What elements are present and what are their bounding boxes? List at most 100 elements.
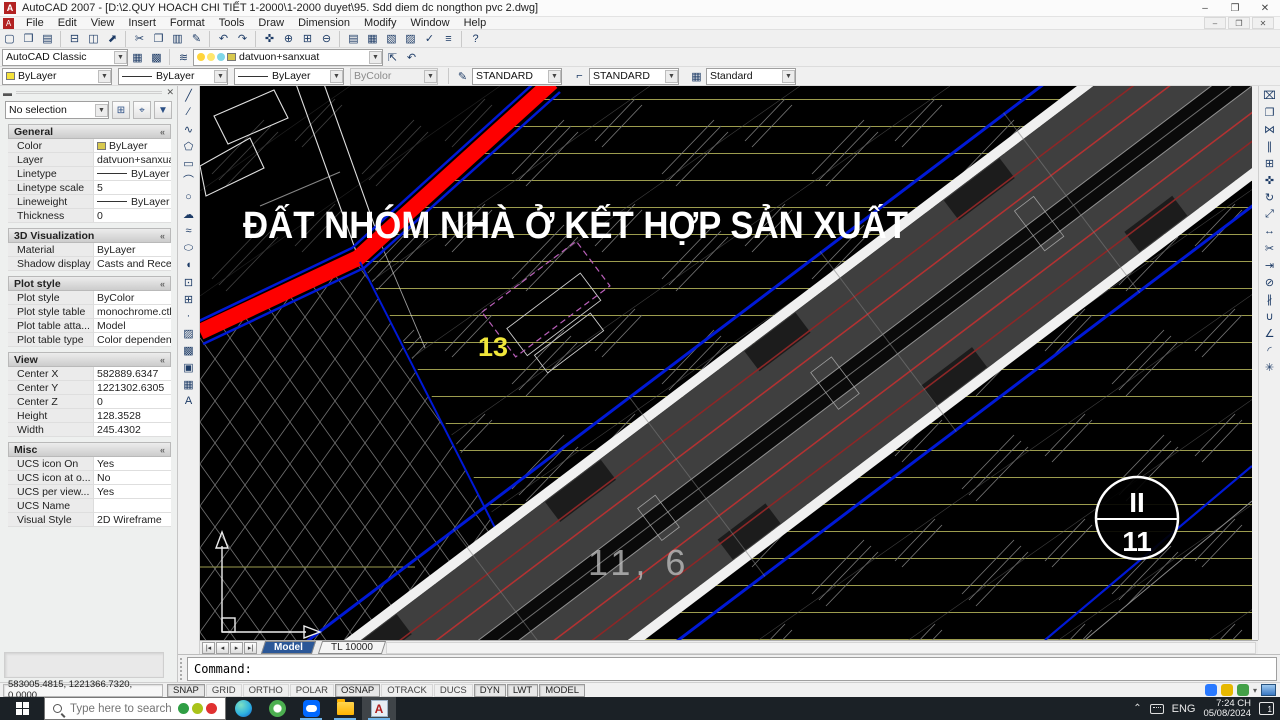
- redo-icon[interactable]: ↷: [233, 30, 252, 47]
- menu-window[interactable]: Window: [403, 17, 456, 30]
- workspace-combo[interactable]: AutoCAD Classic▼: [2, 49, 128, 66]
- layer-combo[interactable]: datvuon+sanxuat ▼: [193, 49, 383, 66]
- taskbar-zalo[interactable]: [294, 697, 328, 720]
- table-style-icon[interactable]: ▦: [687, 68, 706, 85]
- copy-icon[interactable]: ❐: [149, 30, 168, 47]
- minimize-button[interactable]: –: [1190, 0, 1220, 16]
- section-header[interactable]: General«: [8, 124, 171, 139]
- tablestyle-combo[interactable]: Standard▼: [706, 68, 796, 85]
- prop-value[interactable]: 245.4302: [94, 423, 171, 436]
- explode-icon[interactable]: ✳: [1261, 359, 1279, 375]
- color-combo[interactable]: ByLayer▼: [2, 68, 112, 85]
- prop-value[interactable]: ByLayer: [94, 167, 171, 180]
- construction-line-icon[interactable]: ∕: [180, 104, 198, 120]
- trim-icon[interactable]: ✂: [1261, 240, 1279, 256]
- mdi-close-button[interactable]: ✕: [1252, 17, 1274, 29]
- prop-value[interactable]: monochrome.ctb: [94, 305, 171, 318]
- toolbar-lock-icon[interactable]: [1221, 684, 1233, 696]
- my-workspace-button[interactable]: ▩: [147, 49, 166, 66]
- drawing-canvas[interactable]: ĐẤT NHÓM NHÀ Ở KẾT HỢP SẢN XUẤT 13 11, 6…: [200, 86, 1252, 640]
- tab-model[interactable]: Model: [261, 641, 316, 654]
- ellipse-arc-icon[interactable]: ◖: [180, 257, 198, 273]
- palette-close-icon[interactable]: ✕: [166, 87, 174, 98]
- make-object-layer-current-button[interactable]: ⇱: [383, 49, 402, 66]
- menu-dimension[interactable]: Dimension: [291, 17, 357, 30]
- dim-style-icon[interactable]: ⌐: [570, 68, 589, 85]
- fillet-icon[interactable]: ◜: [1261, 342, 1279, 358]
- tab-layout-tl10000[interactable]: TL 10000: [318, 641, 386, 654]
- layer-properties-button[interactable]: ≋: [174, 49, 193, 66]
- insert-block-icon[interactable]: ⊡: [180, 274, 198, 290]
- collapse-chevron-icon[interactable]: «: [160, 445, 165, 455]
- menu-draw[interactable]: Draw: [251, 17, 291, 30]
- match-properties-icon[interactable]: ✎: [187, 30, 206, 47]
- linetype-combo[interactable]: ByLayer▼: [118, 68, 228, 85]
- sheetset-manager-icon[interactable]: ▨: [401, 30, 420, 47]
- notification-icon[interactable]: 1: [1259, 702, 1274, 715]
- selection-combo[interactable]: No selection▼: [5, 101, 109, 119]
- mdi-minimize-button[interactable]: –: [1204, 17, 1226, 29]
- select-objects-button[interactable]: ⌖: [133, 101, 151, 119]
- point-icon[interactable]: ·: [180, 308, 198, 324]
- designcenter-icon[interactable]: ▦: [363, 30, 382, 47]
- plot-icon[interactable]: ⊟: [65, 30, 84, 47]
- menu-view[interactable]: View: [84, 17, 122, 30]
- properties-icon[interactable]: ▤: [344, 30, 363, 47]
- prop-value[interactable]: 2D Wireframe: [94, 513, 171, 526]
- clock[interactable]: 7:24 CH 05/08/2024: [1203, 699, 1251, 719]
- toggle-ortho[interactable]: ORTHO: [243, 684, 289, 697]
- quick-select-button[interactable]: ▼: [154, 101, 172, 119]
- publish-icon[interactable]: ⬈: [103, 30, 122, 47]
- circle-icon[interactable]: ○: [180, 189, 198, 205]
- section-header[interactable]: 3D Visualization«: [8, 228, 171, 243]
- clean-screen-button[interactable]: [1261, 684, 1276, 696]
- markup-icon[interactable]: ✓: [420, 30, 439, 47]
- undo-icon[interactable]: ↶: [214, 30, 233, 47]
- prop-value[interactable]: ByLayer: [94, 243, 171, 256]
- table-icon[interactable]: ▦: [180, 376, 198, 392]
- polyline-icon[interactable]: ∿: [180, 121, 198, 137]
- rotate-icon[interactable]: ↻: [1261, 189, 1279, 205]
- section-header[interactable]: Plot style«: [8, 276, 171, 291]
- workspace-settings-button[interactable]: ▦: [128, 49, 147, 66]
- toggle-polar[interactable]: POLAR: [290, 684, 334, 697]
- last-tab-button[interactable]: ▸|: [244, 642, 257, 654]
- move-icon[interactable]: ✜: [1261, 172, 1279, 188]
- collapse-chevron-icon[interactable]: «: [160, 279, 165, 289]
- menu-file[interactable]: File: [19, 17, 51, 30]
- erase-icon[interactable]: ⌧: [1261, 87, 1279, 103]
- collapse-chevron-icon[interactable]: «: [160, 231, 165, 241]
- layer-previous-button[interactable]: ↶: [402, 49, 421, 66]
- taskbar-edge[interactable]: [226, 697, 260, 720]
- toggle-osnap[interactable]: OSNAP: [335, 684, 380, 697]
- prop-value[interactable]: Model: [94, 319, 171, 332]
- zoom-previous-icon[interactable]: ⊖: [317, 30, 336, 47]
- line-icon[interactable]: ╱: [180, 87, 198, 103]
- help-icon[interactable]: ?: [466, 30, 485, 47]
- new-icon[interactable]: ▢: [0, 30, 19, 47]
- prop-value[interactable]: Yes: [94, 457, 171, 470]
- toggle-ducs[interactable]: DUCS: [434, 684, 473, 697]
- quickcalc-icon[interactable]: ≡: [439, 30, 458, 47]
- plot-preview-icon[interactable]: ◫: [84, 30, 103, 47]
- menu-tools[interactable]: Tools: [212, 17, 252, 30]
- tool-palettes-icon[interactable]: ▧: [382, 30, 401, 47]
- stretch-icon[interactable]: ↔: [1261, 223, 1279, 239]
- polygon-icon[interactable]: ⬠: [180, 138, 198, 154]
- first-tab-button[interactable]: |◂: [202, 642, 215, 654]
- menu-edit[interactable]: Edit: [51, 17, 84, 30]
- arc-icon[interactable]: ⌒: [180, 172, 198, 188]
- coordinate-readout[interactable]: 583005.4815, 1221366.7320, 0.0000: [3, 684, 163, 697]
- menu-insert[interactable]: Insert: [121, 17, 163, 30]
- horizontal-scrollbar[interactable]: [386, 642, 1256, 654]
- zoom-window-icon[interactable]: ⊞: [298, 30, 317, 47]
- toggle-pickadd-button[interactable]: ⊞: [112, 101, 130, 119]
- array-icon[interactable]: ⊞: [1261, 155, 1279, 171]
- lineweight-combo[interactable]: ByLayer▼: [234, 68, 344, 85]
- mdi-restore-button[interactable]: ❐: [1228, 17, 1250, 29]
- save-icon[interactable]: ▤: [38, 30, 57, 47]
- revision-cloud-icon[interactable]: ☁: [180, 206, 198, 222]
- prop-value[interactable]: 0: [94, 209, 171, 222]
- touch-keyboard-icon[interactable]: [1150, 704, 1164, 714]
- palette-drag-grip[interactable]: [16, 91, 162, 94]
